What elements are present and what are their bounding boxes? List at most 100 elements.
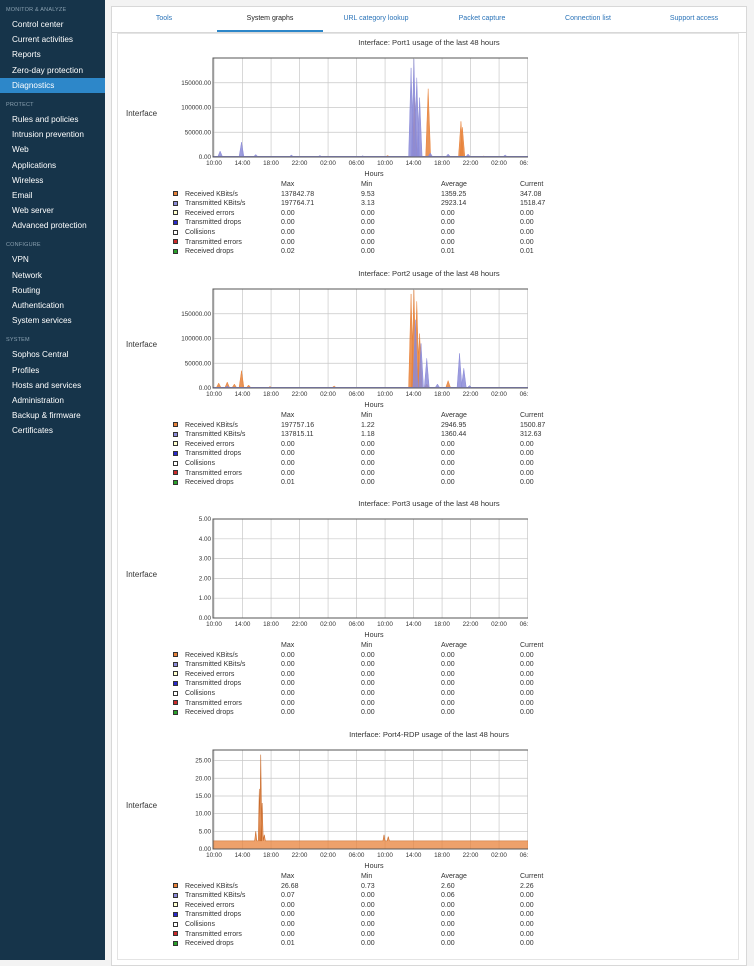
metric-current: 0.00 (520, 479, 534, 487)
metric-name: Received KBits/s (185, 421, 238, 429)
metric-max: 0.00 (281, 459, 295, 467)
legend-swatch-cell (173, 930, 185, 940)
legend-swatch (173, 200, 178, 206)
metric-max: 0.01 (281, 940, 295, 948)
sidebar-item-advanced-protection[interactable]: Advanced protection (0, 218, 105, 233)
metric-min: 0.00 (361, 228, 375, 236)
legend-swatch (173, 431, 178, 437)
metric-current: 0.00 (520, 469, 534, 477)
metric-current: 0.01 (520, 248, 534, 256)
header-min: Min (361, 412, 373, 419)
tab-packet-capture[interactable]: Packet capture (429, 6, 535, 32)
legend-swatch (173, 451, 178, 457)
metric-min: 0.00 (361, 699, 375, 707)
sidebar-item-authentication[interactable]: Authentication (0, 298, 105, 313)
tab-connection-list[interactable]: Connection list (535, 6, 641, 32)
stats-row: Received drops 0.01 0.00 0.00 0.00 (173, 939, 543, 949)
sidebar-item-zero-day-protection[interactable]: Zero-day protection (0, 63, 105, 78)
y-tick-label: 1.00 (199, 595, 212, 602)
metric-max: 0.00 (281, 228, 295, 236)
sidebar-section-system: SYSTEM (6, 337, 30, 344)
graph-block-2: Interface: Port2 usage of the last 48 ho… (118, 269, 740, 499)
metric-average: 2.60 (441, 882, 455, 890)
sidebar-item-control-center[interactable]: Control center (0, 17, 105, 32)
metric-min: 0.00 (361, 901, 375, 909)
metric-min: 9.53 (361, 190, 375, 198)
header-spacer (185, 411, 281, 421)
tab-url-category-lookup[interactable]: URL category lookup (323, 6, 429, 32)
sidebar-item-administration[interactable]: Administration (0, 393, 105, 408)
metric-max: 0.00 (281, 450, 295, 458)
tab-tools[interactable]: Tools (111, 6, 217, 32)
metric-max: 137842.78 (281, 190, 315, 198)
metric-max: 0.07 (281, 892, 295, 900)
y-tick-label: 0.00 (199, 385, 212, 392)
stats-row: Collisions 0.00 0.00 0.00 0.00 (173, 459, 545, 469)
legend-swatch (173, 912, 178, 918)
x-tick-label: 06:00 (520, 160, 528, 167)
metric-name: Transmitted errors (185, 699, 242, 707)
legend-swatch (173, 709, 178, 715)
metric-max: 0.00 (281, 709, 295, 717)
header-max: Max (281, 412, 295, 419)
y-tick-label: 4.00 (199, 536, 212, 543)
stats-row: Received errors 0.00 0.00 0.00 0.00 (173, 901, 543, 911)
x-tick-label: 10:00 (377, 621, 393, 628)
header-current: Current (520, 412, 544, 419)
metric-min: 0.00 (361, 911, 375, 919)
sidebar-item-web[interactable]: Web (0, 142, 105, 157)
sidebar-item-certificates[interactable]: Certificates (0, 423, 105, 438)
metric-current: 2.26 (520, 882, 534, 890)
legend-swatch (173, 210, 178, 216)
x-tick-label: 18:00 (263, 852, 279, 859)
metric-max: 0.00 (281, 930, 295, 938)
legend-swatch (173, 441, 178, 447)
sidebar-item-sophos-central[interactable]: Sophos Central (0, 347, 105, 362)
sidebar-item-profiles[interactable]: Profiles (0, 363, 105, 378)
metric-max: 0.00 (281, 911, 295, 919)
stats-row: Transmitted drops 0.00 0.00 0.00 0.00 (173, 679, 543, 689)
metric-max: 0.02 (281, 248, 295, 256)
metric-current: 0.00 (520, 892, 534, 900)
sidebar-item-wireless[interactable]: Wireless (0, 173, 105, 188)
header-average: Average (441, 873, 467, 880)
y-tick-label: 15.00 (195, 793, 211, 800)
stats-row: Collisions 0.00 0.00 0.00 0.00 (173, 920, 543, 930)
y-tick-label: 50000.00 (185, 129, 212, 136)
metric-current: 0.00 (520, 699, 534, 707)
sidebar-item-current-activities[interactable]: Current activities (0, 32, 105, 47)
metric-name: Transmitted drops (185, 911, 242, 919)
sidebar-item-routing[interactable]: Routing (0, 283, 105, 298)
metric-min: 0.73 (361, 882, 375, 890)
sidebar-item-hosts-and-services[interactable]: Hosts and services (0, 378, 105, 393)
metric-average: 0.00 (441, 450, 455, 458)
interface-label: Interface (126, 340, 158, 349)
sidebar-item-applications[interactable]: Applications (0, 158, 105, 173)
usage-chart: 10:00 14:00 18:00 22:00 02:00 06:00 10:00 14:00… (181, 288, 528, 409)
metric-min: 0.00 (361, 469, 375, 477)
sidebar-item-reports[interactable]: Reports (0, 47, 105, 62)
x-tick-label: 10:00 (377, 852, 393, 859)
metric-min: 0.00 (361, 479, 375, 487)
sidebar-item-web-server[interactable]: Web server (0, 203, 105, 218)
metric-max: 0.00 (281, 670, 295, 678)
x-tick-label: 14:00 (406, 621, 422, 628)
sidebar-item-email[interactable]: Email (0, 188, 105, 203)
sidebar-item-intrusion-prevention[interactable]: Intrusion prevention (0, 127, 105, 142)
tab-support-access[interactable]: Support access (641, 6, 747, 32)
x-tick-label: 06:00 (349, 621, 365, 628)
sidebar-item-network[interactable]: Network (0, 268, 105, 283)
legend-swatch (173, 661, 178, 667)
sidebar-item-rules-and-policies[interactable]: Rules and policies (0, 112, 105, 127)
x-tick-label: 14:00 (406, 391, 422, 398)
stats-row: Transmitted errors 0.00 0.00 0.00 0.00 (173, 930, 543, 940)
sidebar-item-diagnostics[interactable]: Diagnostics (0, 77, 105, 93)
x-tick-label: 10:00 (377, 391, 393, 398)
x-tick-label: 02:00 (320, 621, 336, 628)
sidebar-item-vpn[interactable]: VPN (0, 252, 105, 267)
legend-swatch (173, 191, 178, 197)
sidebar-item-system-services[interactable]: System services (0, 313, 105, 328)
sidebar-item-backup-firmware[interactable]: Backup & firmware (0, 408, 105, 423)
tab-system-graphs[interactable]: System graphs (217, 6, 323, 32)
header-min: Min (361, 873, 373, 880)
